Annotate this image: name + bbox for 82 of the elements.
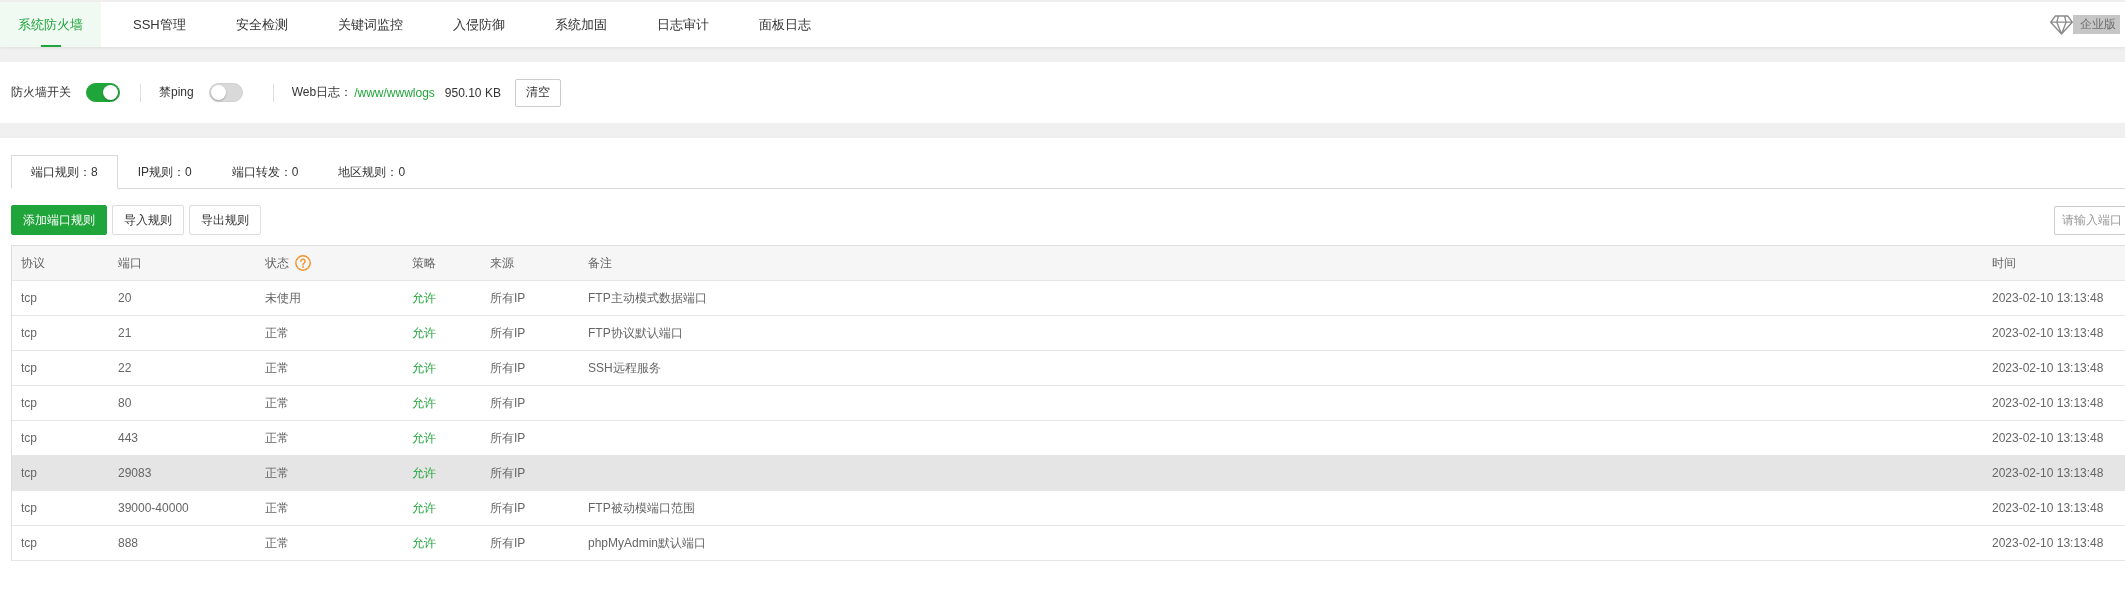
table-cell-text: 正常 [264,324,290,342]
table-cell-text: 2023-02-10 13:13:48 [1991,466,2105,480]
table-cell-text: 2023-02-10 13:13:48 [1991,501,2105,515]
table-cell-text: 允许 [411,499,437,517]
nav-tab[interactable]: 面板日志 [740,2,829,47]
table-cell-text: 允许 [411,324,437,342]
toolbar-button[interactable]: 导出规则 [189,205,261,235]
table-cell-text: 80 [117,396,133,410]
rule-tab[interactable]: 端口规则：8 [11,155,118,189]
table-cell-text: 正常 [264,464,290,482]
table-cell-text: 正常 [264,359,290,377]
table-cell-text: 22 [117,361,133,375]
table-cell-text: 所有IP [489,289,527,307]
table-cell-text: 所有IP [489,359,527,377]
table-cell-text: 443 [117,431,140,445]
nav-tab[interactable]: 系统加固 [536,2,625,47]
nav-tab[interactable]: SSH管理 [115,2,204,47]
toggle-switch[interactable] [86,83,120,102]
table-cell-text: tcp [20,501,38,515]
table-cell-text: 正常 [264,499,290,517]
table-cell-text: 2023-02-10 13:13:48 [1991,326,2105,340]
toggle-label: 防火墙开关 [11,84,71,101]
table-cell-text: 20 [117,291,133,305]
column-header: 时间 [1992,254,2016,272]
rule-tab[interactable]: IP规则：0 [117,155,212,189]
nav-tab[interactable]: 日志审计 [638,2,727,47]
rule-tab[interactable]: 地区规则：0 [318,155,426,189]
nav-tab[interactable]: 入侵防御 [434,2,523,47]
table-cell-text: SSH远程服务 [587,359,662,377]
table-cell-text: phpMyAdmin默认端口 [587,534,708,552]
table-cell-text: FTP协议默认端口 [587,324,684,342]
table-cell-text: 允许 [411,429,437,447]
table-cell-text: FTP主动模式数据端口 [587,289,708,307]
table-cell-text: 允许 [411,289,437,307]
table-cell-text: 允许 [411,394,437,412]
search-field[interactable]: 请输入端口 [2054,205,2125,235]
table-cell-text: tcp [20,326,38,340]
column-header: 备注 [588,254,612,272]
table-cell-text: 888 [117,536,140,550]
nav-tab[interactable]: 关键词监控 [319,2,421,47]
toggle-switch[interactable] [208,83,243,102]
column-header: 状态 [265,254,289,272]
table-cell-text: 未使用 [264,289,302,307]
log-label: Web日志： [291,84,353,101]
nav-tab[interactable]: 安全检测 [217,2,306,47]
table-cell-text: 29083 [117,466,153,480]
table-cell-text: 2023-02-10 13:13:48 [1991,361,2105,375]
table-cell-text: 正常 [264,429,290,447]
table-cell-text: 所有IP [489,429,527,447]
table-cell-text: FTP被动模端口范围 [587,499,696,517]
table-cell-text: 2023-02-10 13:13:48 [1991,396,2105,410]
column-header: 协议 [21,254,45,272]
table-cell-text: 允许 [411,464,437,482]
table-cell-text: 所有IP [489,324,527,342]
table-cell-text: tcp [20,536,38,550]
table-cell-text: 所有IP [489,499,527,517]
table-cell-text: tcp [20,466,38,480]
table-cell-text: 所有IP [489,464,527,482]
table-cell-text: 2023-02-10 13:13:48 [1991,291,2105,305]
table-cell-text: 正常 [264,394,290,412]
table-cell-text: tcp [20,431,38,445]
table-cell-text: 所有IP [489,394,527,412]
table-cell-text: 2023-02-10 13:13:48 [1991,536,2105,550]
column-header: 来源 [490,254,514,272]
table-cell-text: 39000-40000 [117,501,190,515]
clear-button[interactable]: 清空 [514,78,561,107]
table-cell-text: 21 [117,326,133,340]
table-cell-text: tcp [20,291,38,305]
table-cell-text: 允许 [411,359,437,377]
log-size: 950.10 KB [444,85,501,100]
rule-tab[interactable]: 端口转发：0 [211,155,319,189]
toggle-label: 禁ping [159,84,194,101]
table-cell-text: tcp [20,361,38,375]
column-header: 端口 [118,254,142,272]
table-cell-text: 正常 [264,534,290,552]
toolbar-button[interactable]: 导入规则 [112,205,184,235]
column-header: 策略 [412,254,436,272]
diamond-icon [2050,14,2073,35]
table-cell-text: 所有IP [489,534,527,552]
table-cell-text: 允许 [411,534,437,552]
table-cell-text: tcp [20,396,38,410]
table-cell-text: 2023-02-10 13:13:48 [1991,431,2105,445]
